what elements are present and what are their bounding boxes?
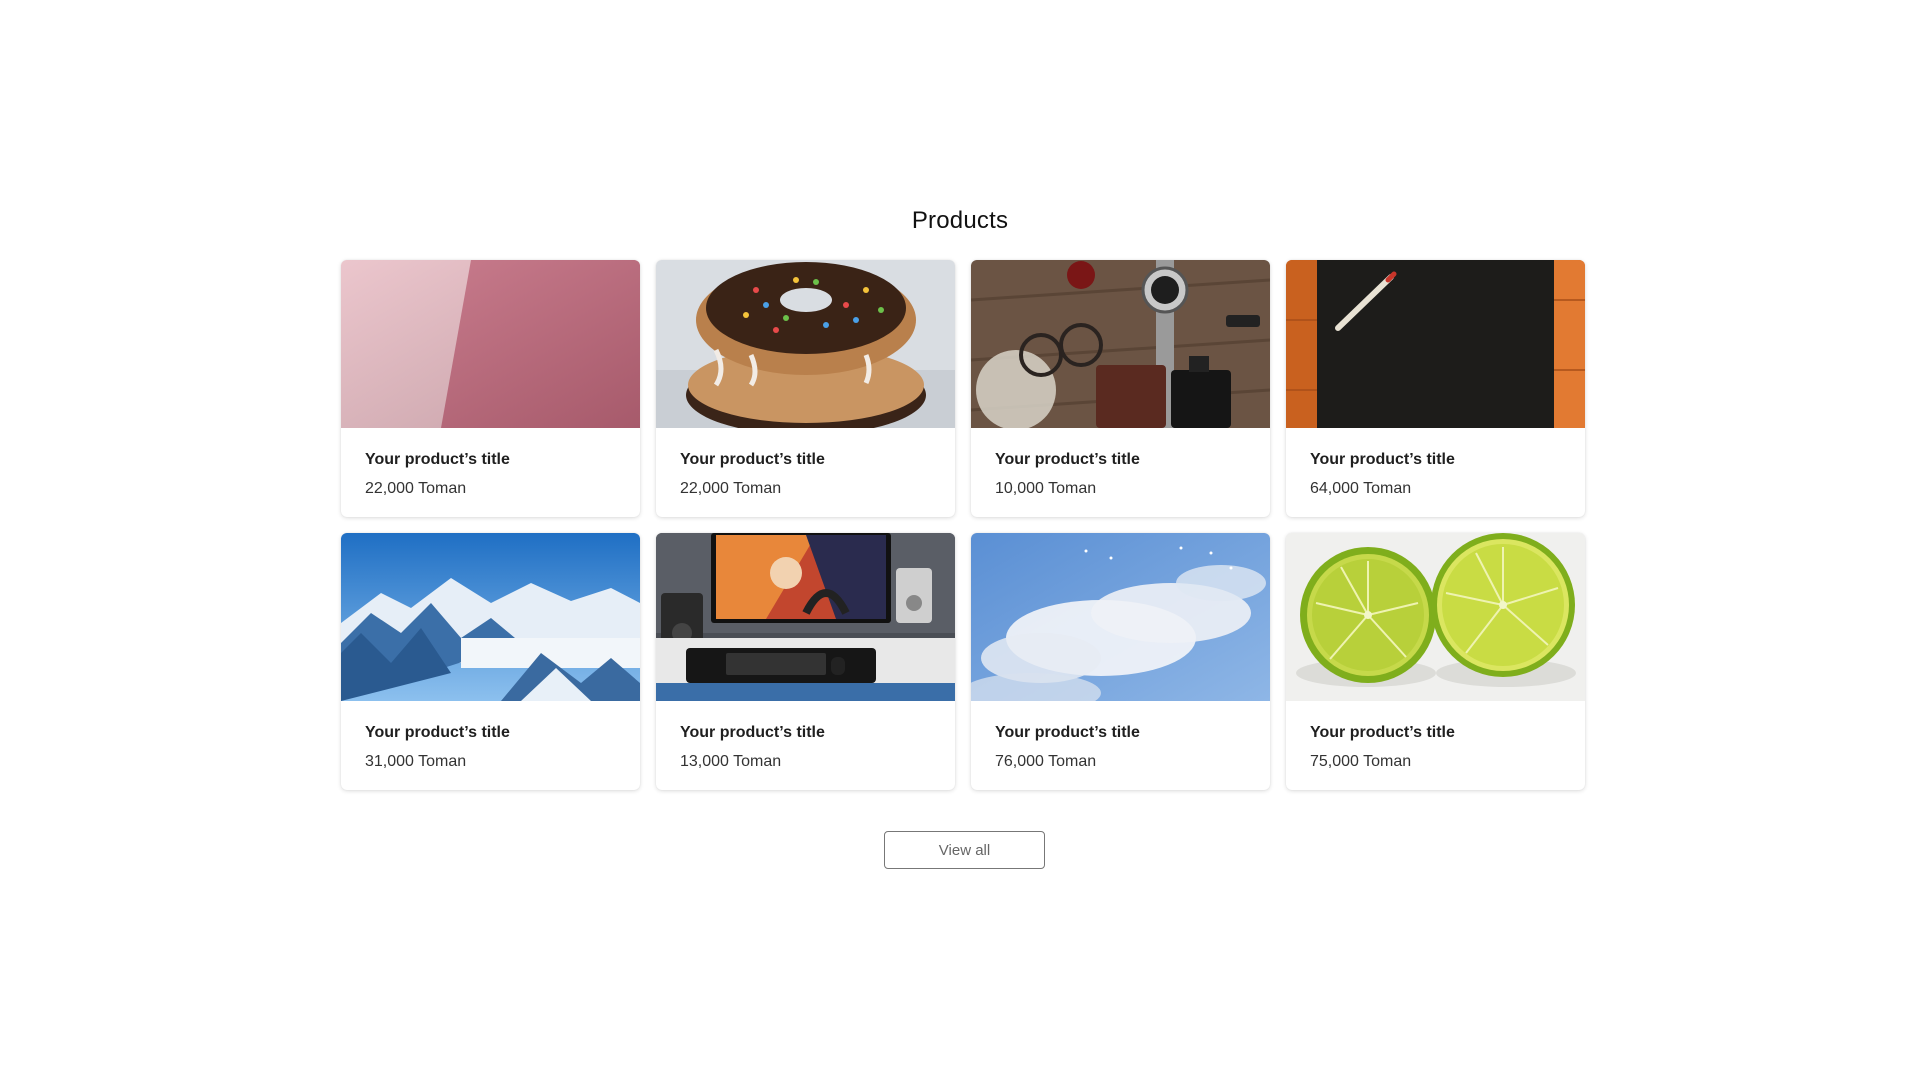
donuts-image <box>656 260 955 428</box>
product-card[interactable]: Your product’s title 76,000 Toman <box>971 533 1270 790</box>
product-price: 22,000 Toman <box>680 480 782 497</box>
product-card[interactable]: Your product’s title 64,000 Toman <box>1286 260 1585 517</box>
product-price: 10,000 Toman <box>995 480 1097 497</box>
product-card[interactable]: Your product’s title 75,000 Toman <box>1286 533 1585 790</box>
product-title: Your product’s title <box>995 451 1140 468</box>
product-card[interactable]: Your product’s title 22,000 Toman <box>341 260 640 517</box>
product-price: 75,000 Toman <box>1310 753 1412 770</box>
product-title: Your product’s title <box>1310 451 1455 468</box>
product-price: 13,000 Toman <box>680 753 782 770</box>
product-grid: Your product’s title 22,000 Toman Your p… <box>341 260 1587 790</box>
section-title: Products <box>911 207 1009 234</box>
product-price: 64,000 Toman <box>1310 480 1412 497</box>
product-title: Your product’s title <box>680 724 825 741</box>
pencil-blackboard-image <box>1286 260 1585 428</box>
limes-image <box>1286 533 1585 701</box>
product-card[interactable]: Your product’s title 31,000 Toman <box>341 533 640 790</box>
product-title: Your product’s title <box>995 724 1140 741</box>
pink-wall-image <box>341 260 640 428</box>
view-all-button[interactable]: View all <box>884 831 1045 869</box>
product-card[interactable]: Your product’s title 13,000 Toman <box>656 533 955 790</box>
mountains-image <box>341 533 640 701</box>
product-price: 76,000 Toman <box>995 753 1097 770</box>
gaming-setup-image <box>656 533 955 701</box>
product-title: Your product’s title <box>680 451 825 468</box>
product-title: Your product’s title <box>365 724 510 741</box>
product-card[interactable]: Your product’s title 10,000 Toman <box>971 260 1270 517</box>
product-price: 31,000 Toman <box>365 753 467 770</box>
watch-glasses-image <box>971 260 1270 428</box>
product-title: Your product’s title <box>365 451 510 468</box>
products-section: Products Your product’s title 22,000 Tom… <box>0 0 1920 1080</box>
sky-clouds-image <box>971 533 1270 701</box>
product-card[interactable]: Your product’s title 22,000 Toman <box>656 260 955 517</box>
product-price: 22,000 Toman <box>365 480 467 497</box>
product-title: Your product’s title <box>1310 724 1455 741</box>
